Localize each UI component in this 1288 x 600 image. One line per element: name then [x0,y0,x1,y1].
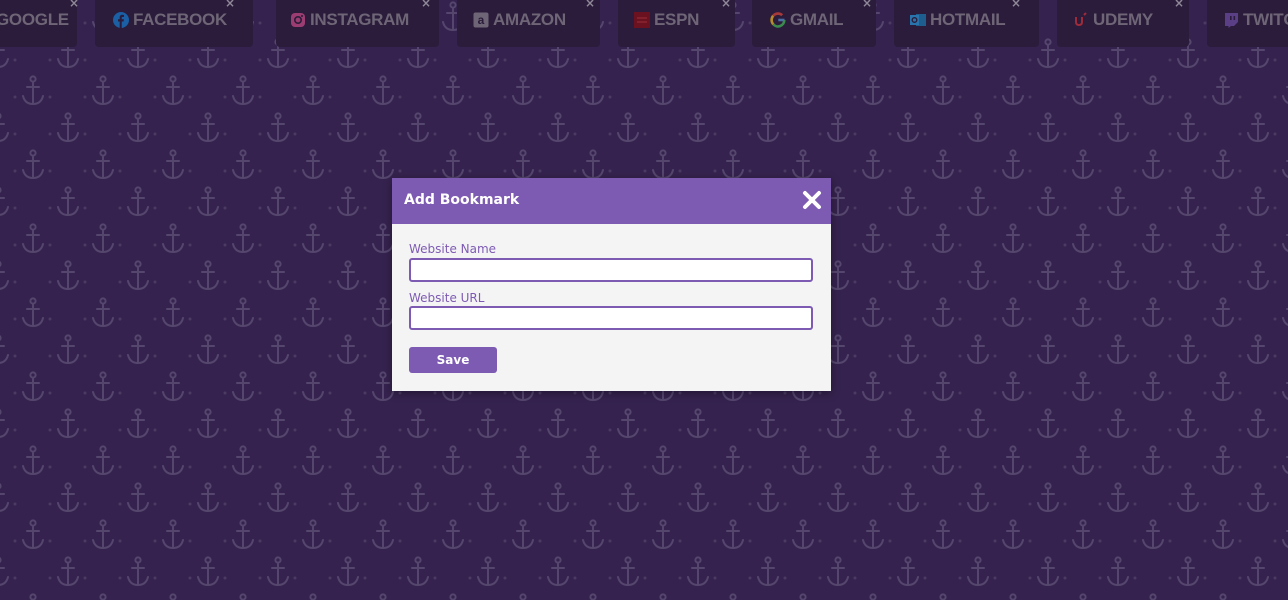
bookmark-tile-twitch[interactable]: TWITCH [1207,0,1288,47]
bookmark-label: UDEMY [1093,10,1153,29]
bookmark-label: ESPN [654,10,700,29]
facebook-icon [113,12,129,28]
gmail-icon [770,12,786,28]
bookmark-close-icon[interactable]: × [421,0,431,9]
bookmark-tile-amazon[interactable]: a AMAZON × [457,0,600,47]
add-bookmark-modal: Add Bookmark Website Name Website URL Sa… [392,178,831,391]
bookmark-tile-google[interactable]: GOOGLE × [0,0,79,47]
bookmark-close-icon[interactable]: × [1011,0,1021,9]
bookmark-link-amazon[interactable]: a AMAZON [473,10,566,30]
svg-text:a: a [478,13,485,27]
bookmark-label: TWITCH [1243,10,1288,29]
website-name-input[interactable] [409,258,813,282]
bookmark-tile-espn[interactable]: ESPN × [618,0,735,47]
bookmark-link-instagram[interactable]: INSTAGRAM [290,10,409,30]
bookmark-tile-udemy[interactable]: UDEMY × [1057,0,1189,47]
website-url-label: Website URL [409,291,485,305]
bookmark-bar: GOOGLE × FACEBOOK × INSTAGRAM × a AMAZON… [0,0,1288,48]
instagram-icon [291,13,305,27]
bookmark-link-udemy[interactable]: UDEMY [1073,10,1153,30]
bookmark-close-icon[interactable]: × [585,0,595,9]
website-url-input[interactable] [409,306,813,330]
espn-icon [634,12,650,28]
bookmark-link-hotmail[interactable]: HOTMAIL [910,10,1006,30]
bookmark-label: GMAIL [790,10,844,29]
website-name-label: Website Name [409,242,497,256]
bookmark-tile-hotmail[interactable]: HOTMAIL × [894,0,1039,47]
bookmark-link-gmail[interactable]: GMAIL [770,10,844,30]
bookmark-label: HOTMAIL [930,10,1006,29]
modal-header: Add Bookmark [392,178,831,224]
bookmark-link-espn[interactable]: ESPN [634,10,699,30]
bookmark-close-icon[interactable]: × [225,0,235,9]
bookmark-close-icon[interactable]: × [1174,0,1184,9]
udemy-icon [1075,12,1087,27]
bookmark-tile-facebook[interactable]: FACEBOOK × [95,0,253,47]
bookmark-label: INSTAGRAM [310,10,409,29]
bookmark-tile-gmail[interactable]: GMAIL × [752,0,876,47]
bookmark-tile-instagram[interactable]: INSTAGRAM × [276,0,439,47]
bookmark-label: FACEBOOK [133,10,227,29]
bookmark-label: AMAZON [493,10,566,29]
bookmark-label: GOOGLE [0,10,69,29]
bookmark-link-facebook[interactable]: FACEBOOK [113,10,227,30]
save-button[interactable]: Save [409,347,497,373]
bookmark-link-google[interactable]: GOOGLE [0,10,69,30]
modal-title: Add Bookmark [404,192,520,208]
close-icon[interactable] [802,190,822,210]
bookmark-close-icon[interactable]: × [721,0,731,9]
bookmark-close-icon[interactable]: × [862,0,872,9]
twitch-icon [1225,13,1238,28]
bookmark-close-icon[interactable]: × [69,0,79,9]
hotmail-icon [910,14,926,26]
amazon-icon: a [473,12,489,28]
bookmark-link-twitch[interactable]: TWITCH [1223,10,1288,30]
